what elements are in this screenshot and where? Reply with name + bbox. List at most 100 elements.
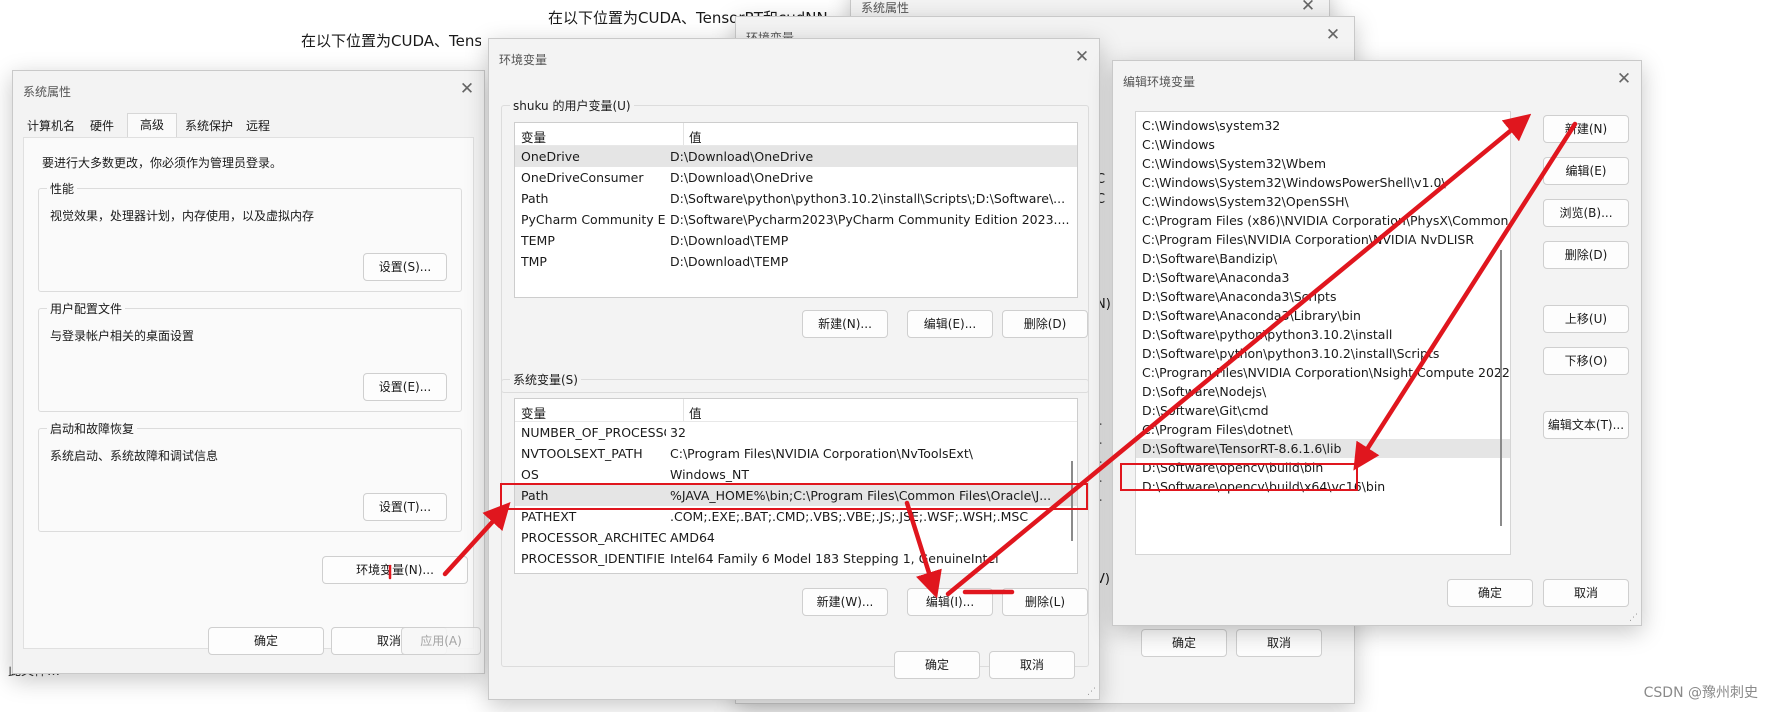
- path-entry: D:\Software\TensorRT-8.6.1.6\lib: [1142, 441, 1342, 456]
- list-item[interactable]: D:\Software\Anaconda3: [1136, 268, 1510, 287]
- scrollbar[interactable]: [1500, 250, 1502, 526]
- background-window-title: 系统属性: [861, 1, 910, 15]
- tab-panel: 要进行大多数更改，你必须作为管理员登录。 性能 视觉效果，处理器计划，内存使用，…: [23, 137, 474, 649]
- list-item[interactable]: D:\Software\Nodejs\: [1136, 382, 1510, 401]
- user-new-button[interactable]: 新建(N)...: [802, 310, 888, 338]
- tab-advanced[interactable]: 高级: [127, 113, 177, 138]
- variable-name: TMP: [521, 254, 547, 269]
- column-header-variable[interactable]: 变量: [521, 403, 546, 422]
- system-variables-label: 系统变量(S): [510, 371, 581, 388]
- variable-value: D:\Software\python\python3.10.2\install\…: [670, 191, 1066, 206]
- list-item[interactable]: C:\Windows\system32: [1136, 116, 1510, 135]
- table-row[interactable]: NVTOOLSEXT_PATH C:\Program Files\NVIDIA C…: [515, 443, 1077, 464]
- list-item[interactable]: D:\Software\TensorRT-8.6.1.6\lib: [1136, 439, 1510, 458]
- table-row[interactable]: PyCharm Community Editi... D:\Software\Py…: [515, 209, 1077, 230]
- list-item[interactable]: D:\Software\Bandizip\: [1136, 249, 1510, 268]
- variable-value: D:\Software\Pycharm2023\PyCharm Communit…: [670, 212, 1069, 227]
- list-item[interactable]: D:\Software\Anaconda3\Scripts: [1136, 287, 1510, 306]
- column-header-value[interactable]: 值: [689, 403, 702, 422]
- list-item[interactable]: C:\Windows\System32\WindowsPowerShell\v1…: [1136, 173, 1510, 192]
- close-icon[interactable]: ✕: [456, 78, 478, 100]
- edit-text-button[interactable]: 编辑文本(T)...: [1543, 411, 1629, 439]
- system-edit-button[interactable]: 编辑(I)...: [907, 588, 993, 616]
- edit-environment-variable-window: 编辑环境变量 ✕ C:\Windows\system32 C:\Windows C:…: [1112, 60, 1642, 626]
- performance-desc: 视觉效果，处理器计划，内存使用，以及虚拟内存: [50, 209, 315, 223]
- list-item[interactable]: C:\Windows: [1136, 135, 1510, 154]
- list-item[interactable]: D:\Software\python\python3.10.2\install: [1136, 325, 1510, 344]
- ok-button[interactable]: 确定: [1447, 579, 1533, 607]
- table-row[interactable]: NUMBER_OF_PROCESSORS 32: [515, 422, 1077, 443]
- close-icon[interactable]: ✕: [1613, 68, 1635, 90]
- tab-hardware[interactable]: 硬件: [81, 115, 123, 137]
- apply-button[interactable]: 应用(A): [401, 627, 481, 655]
- list-item[interactable]: C:\Program Files\NVIDIA Corporation\NVID…: [1136, 230, 1510, 249]
- environment-variables-button[interactable]: 环境变量(N)...: [322, 556, 468, 584]
- path-entry: C:\Program Files (x86)\NVIDIA Corporatio…: [1142, 213, 1509, 228]
- admin-note: 要进行大多数更改，你必须作为管理员登录。: [42, 156, 283, 170]
- list-item[interactable]: D:\Software\python\python3.10.2\install\…: [1136, 344, 1510, 363]
- resize-grip-icon[interactable]: ⋰: [1087, 687, 1096, 697]
- list-item[interactable]: D:\Software\Git\cmd: [1136, 401, 1510, 420]
- edit-button[interactable]: 编辑(E): [1543, 157, 1629, 185]
- system-delete-button[interactable]: 删除(L): [1002, 588, 1088, 616]
- highlight-system-path-row: [500, 483, 1088, 510]
- path-entry: D:\Software\Anaconda3\Scripts: [1142, 289, 1337, 304]
- path-entry: D:\Software\python\python3.10.2\install: [1142, 327, 1393, 342]
- variable-value: D:\Download\OneDrive: [670, 170, 814, 185]
- variable-value: D:\Download\TEMP: [670, 233, 789, 248]
- variable-name: PROCESSOR_IDENTIFIER: [521, 551, 666, 566]
- delete-button[interactable]: 删除(D): [1543, 241, 1629, 269]
- startup-settings-button[interactable]: 设置(T)...: [363, 493, 447, 521]
- performance-settings-button[interactable]: 设置(S)...: [363, 253, 447, 281]
- path-entry: C:\Program Files\NVIDIA Corporation\Nsig…: [1142, 365, 1510, 380]
- variable-value: .COM;.EXE;.BAT;.CMD;.VBS;.VBE;.JS;.JSE;.…: [670, 509, 1029, 524]
- user-variables-group: shuku 的用户变量(U) 变量 值 OneDrive D:\Download\…: [501, 97, 1089, 393]
- list-item[interactable]: C:\Windows\System32\Wbem: [1136, 154, 1510, 173]
- table-row[interactable]: OneDriveConsumer D:\Download\OneDrive: [515, 167, 1077, 188]
- system-new-button[interactable]: 新建(W)...: [802, 588, 888, 616]
- browse-button[interactable]: 浏览(B)...: [1543, 199, 1629, 227]
- column-header-value[interactable]: 值: [689, 127, 702, 146]
- path-entry: C:\Windows\System32\OpenSSH\: [1142, 194, 1349, 209]
- table-row[interactable]: PROCESSOR_ARCHITECT... AMD64: [515, 527, 1077, 548]
- path-entry: D:\Software\Nodejs\: [1142, 384, 1267, 399]
- list-item[interactable]: D:\Software\Anaconda3\Library\bin: [1136, 306, 1510, 325]
- highlight-tensorrt-path: [1120, 463, 1358, 491]
- table-row[interactable]: TMP D:\Download\TEMP: [515, 251, 1077, 272]
- move-up-button[interactable]: 上移(U): [1543, 305, 1629, 333]
- move-down-button[interactable]: 下移(O): [1543, 347, 1629, 375]
- variable-value: D:\Download\TEMP: [670, 254, 789, 269]
- tab-system-protection[interactable]: 系统保护: [179, 115, 239, 137]
- column-header-variable[interactable]: 变量: [521, 127, 546, 146]
- resize-grip-icon[interactable]: ⋰: [1629, 613, 1638, 623]
- list-item[interactable]: C:\Program Files (x86)\NVIDIA Corporatio…: [1136, 211, 1510, 230]
- new-button[interactable]: 新建(N): [1543, 115, 1629, 143]
- user-profiles-group: 用户配置文件 与登录帐户相关的桌面设置 设置(E)...: [38, 300, 462, 412]
- ok-button[interactable]: 确定: [208, 627, 324, 655]
- list-item[interactable]: C:\Windows\System32\OpenSSH\: [1136, 192, 1510, 211]
- user-profiles-settings-button[interactable]: 设置(E)...: [363, 373, 447, 401]
- path-entry: D:\Software\Git\cmd: [1142, 403, 1269, 418]
- table-row[interactable]: TEMP D:\Download\TEMP: [515, 230, 1077, 251]
- list-item[interactable]: C:\Program Files\NVIDIA Corporation\Nsig…: [1136, 363, 1510, 382]
- cancel-button[interactable]: 取消: [989, 651, 1075, 679]
- list-header: 变量 值: [515, 123, 1077, 146]
- variable-name: OS: [521, 467, 539, 482]
- user-edit-button[interactable]: 编辑(E)...: [907, 310, 993, 338]
- tab-remote[interactable]: 远程: [241, 115, 275, 137]
- ok-button[interactable]: 确定: [894, 651, 980, 679]
- performance-label: 性能: [47, 180, 78, 197]
- path-entry: D:\Software\Anaconda3: [1142, 270, 1290, 285]
- close-icon[interactable]: ✕: [1071, 46, 1093, 68]
- table-row[interactable]: OneDrive D:\Download\OneDrive: [515, 146, 1077, 167]
- list-item[interactable]: C:\Program Files\dotnet\: [1136, 420, 1510, 439]
- user-delete-button[interactable]: 删除(D): [1002, 310, 1088, 338]
- cancel-button[interactable]: 取消: [1543, 579, 1629, 607]
- table-row[interactable]: Path D:\Software\python\python3.10.2\inst…: [515, 188, 1077, 209]
- user-variables-list[interactable]: 变量 值 OneDrive D:\Download\OneDrive OneDriv…: [514, 122, 1078, 298]
- table-row[interactable]: OS Windows_NT: [515, 464, 1077, 485]
- tab-computer-name[interactable]: 计算机名: [23, 115, 79, 137]
- user-variables-label: shuku 的用户变量(U): [510, 97, 634, 114]
- path-entry: D:\Software\Anaconda3\Library\bin: [1142, 308, 1361, 323]
- table-row[interactable]: PROCESSOR_IDENTIFIER Intel64 Family 6 Mod…: [515, 548, 1077, 569]
